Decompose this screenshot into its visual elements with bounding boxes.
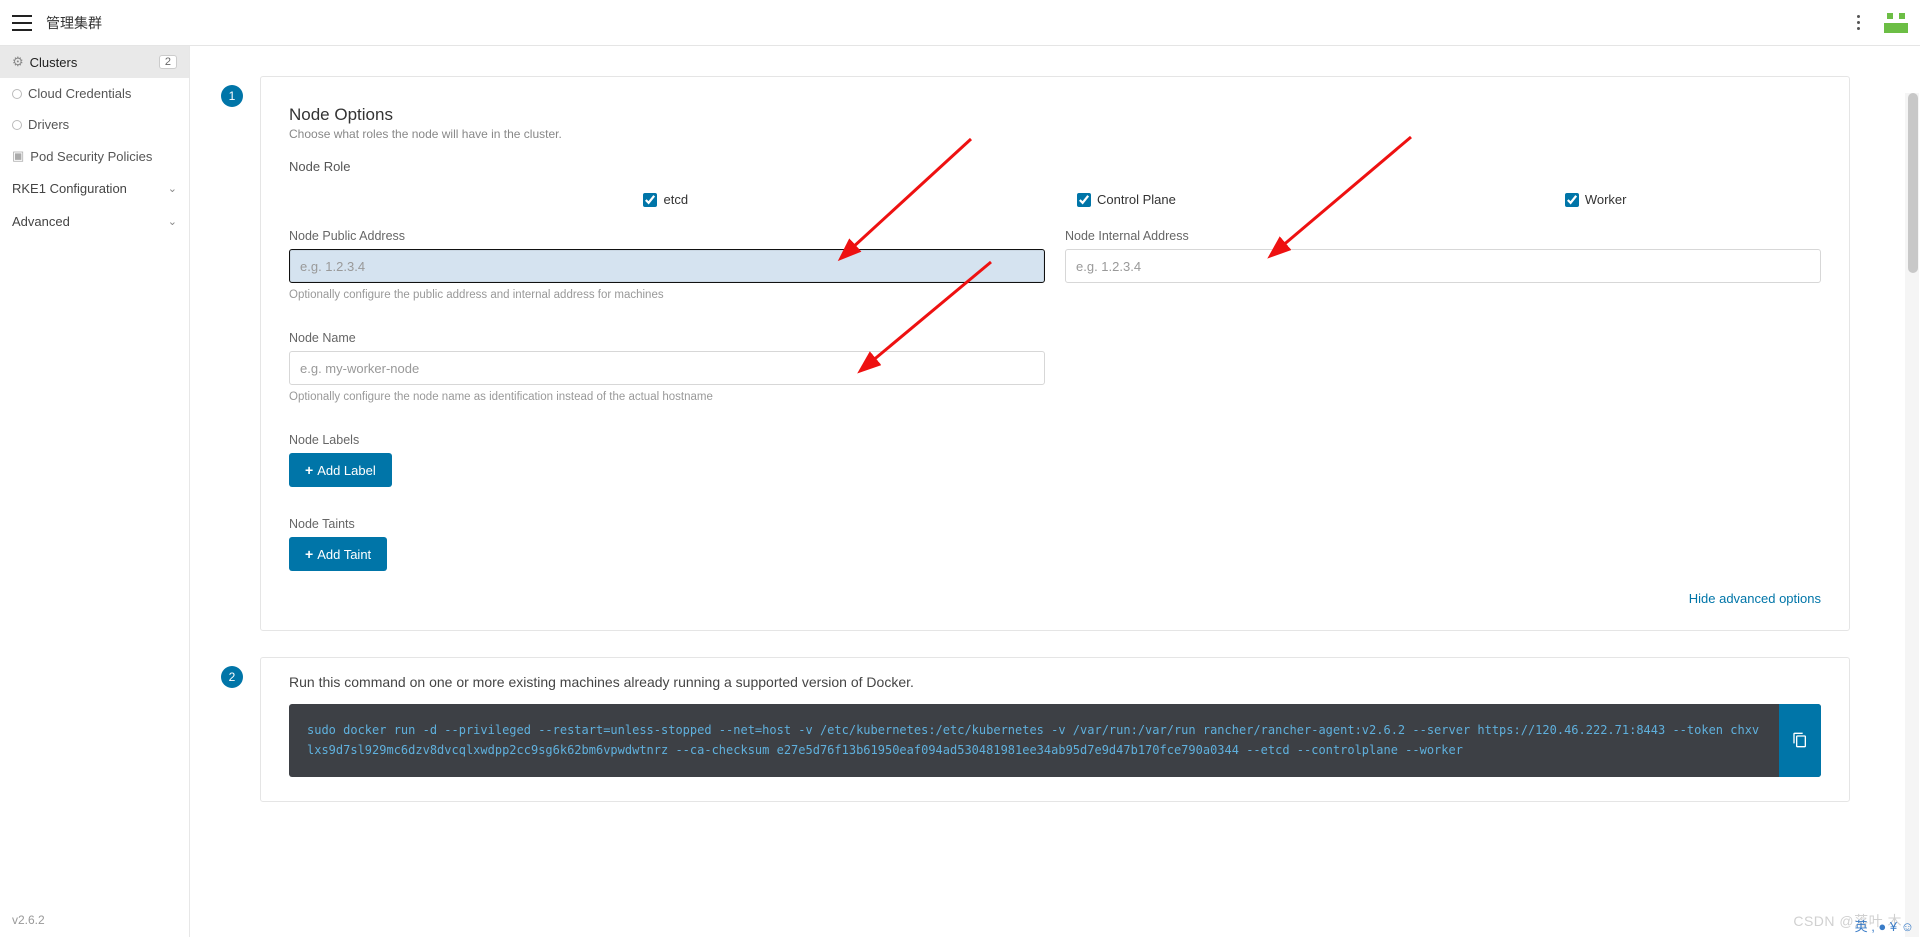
main-content: 1 Node Options Choose what roles the nod…: [190, 46, 1920, 937]
page-title: 管理集群: [46, 13, 102, 33]
node-taints-heading: Node Taints: [289, 517, 1821, 531]
node-role-row: etcd Control Plane Worker: [289, 186, 1821, 229]
hide-advanced-link[interactable]: Hide advanced options: [1689, 591, 1821, 606]
clusters-count-badge: 2: [159, 55, 177, 69]
plus-icon: +: [305, 462, 313, 478]
public-address-hint: Optionally configure the public address …: [289, 289, 1045, 301]
clipboard-icon: [1792, 731, 1808, 749]
sidebar-item-label: Cloud Credentials: [28, 86, 131, 101]
topbar: 管理集群: [0, 0, 1920, 46]
menu-icon[interactable]: [12, 15, 32, 31]
role-etcd-checkbox[interactable]: [643, 193, 657, 207]
docker-command-card: 2 Run this command on one or more existi…: [260, 657, 1850, 802]
step-number-badge: 1: [221, 85, 243, 107]
section-title: Node Options: [289, 105, 1821, 125]
sidebar-item-psp[interactable]: ▣ Pod Security Policies: [0, 140, 189, 172]
folder-icon: ▣: [12, 148, 24, 164]
chevron-down-icon: ⌄: [168, 182, 177, 195]
node-options-card: 1 Node Options Choose what roles the nod…: [260, 76, 1850, 631]
node-name-label: Node Name: [289, 331, 1045, 345]
copy-command-button[interactable]: [1779, 704, 1821, 777]
kebab-menu-icon[interactable]: [1851, 9, 1866, 36]
role-worker[interactable]: Worker: [1565, 192, 1627, 207]
sidebar-item-label: Advanced: [12, 214, 70, 229]
role-etcd[interactable]: etcd: [643, 192, 688, 207]
step2-instruction: Run this command on one or more existing…: [289, 674, 1821, 690]
internal-address-label: Node Internal Address: [1065, 229, 1821, 243]
node-name-hint: Optionally configure the node name as id…: [289, 391, 1045, 403]
public-address-label: Node Public Address: [289, 229, 1045, 243]
ime-status-bar: 英 , ● ¥ ☺: [1855, 916, 1914, 935]
chevron-down-icon: ⌄: [168, 215, 177, 228]
ime-text: 英 , ● ¥ ☺: [1855, 916, 1914, 935]
sidebar-group-advanced[interactable]: Advanced ⌄: [0, 205, 189, 238]
add-taint-button[interactable]: +Add Taint: [289, 537, 387, 571]
sidebar-item-label: Pod Security Policies: [30, 149, 152, 164]
rancher-logo-icon: [1884, 13, 1908, 33]
public-address-input[interactable]: [289, 249, 1045, 283]
node-name-input[interactable]: [289, 351, 1045, 385]
role-control-plane-checkbox[interactable]: [1077, 193, 1091, 207]
step-number-badge: 2: [221, 666, 243, 688]
internal-address-input[interactable]: [1065, 249, 1821, 283]
sidebar: ⚙ Clusters 2 Cloud Credentials Drivers ▣ P…: [0, 46, 190, 937]
sidebar-item-label: RKE1 Configuration: [12, 181, 127, 196]
sidebar-item-label: Drivers: [28, 117, 69, 132]
plus-icon: +: [305, 546, 313, 562]
role-worker-checkbox[interactable]: [1565, 193, 1579, 207]
registration-command-text: sudo docker run -d --privileged --restar…: [307, 720, 1803, 761]
add-label-button[interactable]: +Add Label: [289, 453, 392, 487]
node-role-label: Node Role: [289, 159, 1821, 174]
sidebar-group-rke1[interactable]: RKE1 Configuration ⌄: [0, 172, 189, 205]
sidebar-item-drivers[interactable]: Drivers: [0, 109, 189, 140]
role-control-plane[interactable]: Control Plane: [1077, 192, 1176, 207]
sidebar-item-clusters[interactable]: ⚙ Clusters 2: [0, 46, 189, 78]
circle-icon: [12, 120, 22, 130]
sidebar-item-cloud-credentials[interactable]: Cloud Credentials: [0, 78, 189, 109]
circle-icon: [12, 89, 22, 99]
node-labels-heading: Node Labels: [289, 433, 1821, 447]
scrollbar-thumb[interactable]: [1908, 93, 1918, 273]
registration-command-box: sudo docker run -d --privileged --restar…: [289, 704, 1821, 777]
sidebar-item-label: Clusters: [30, 55, 78, 70]
gear-icon: ⚙: [12, 54, 24, 70]
version-label: v2.6.2: [0, 903, 189, 937]
section-subtitle: Choose what roles the node will have in …: [289, 127, 1821, 141]
